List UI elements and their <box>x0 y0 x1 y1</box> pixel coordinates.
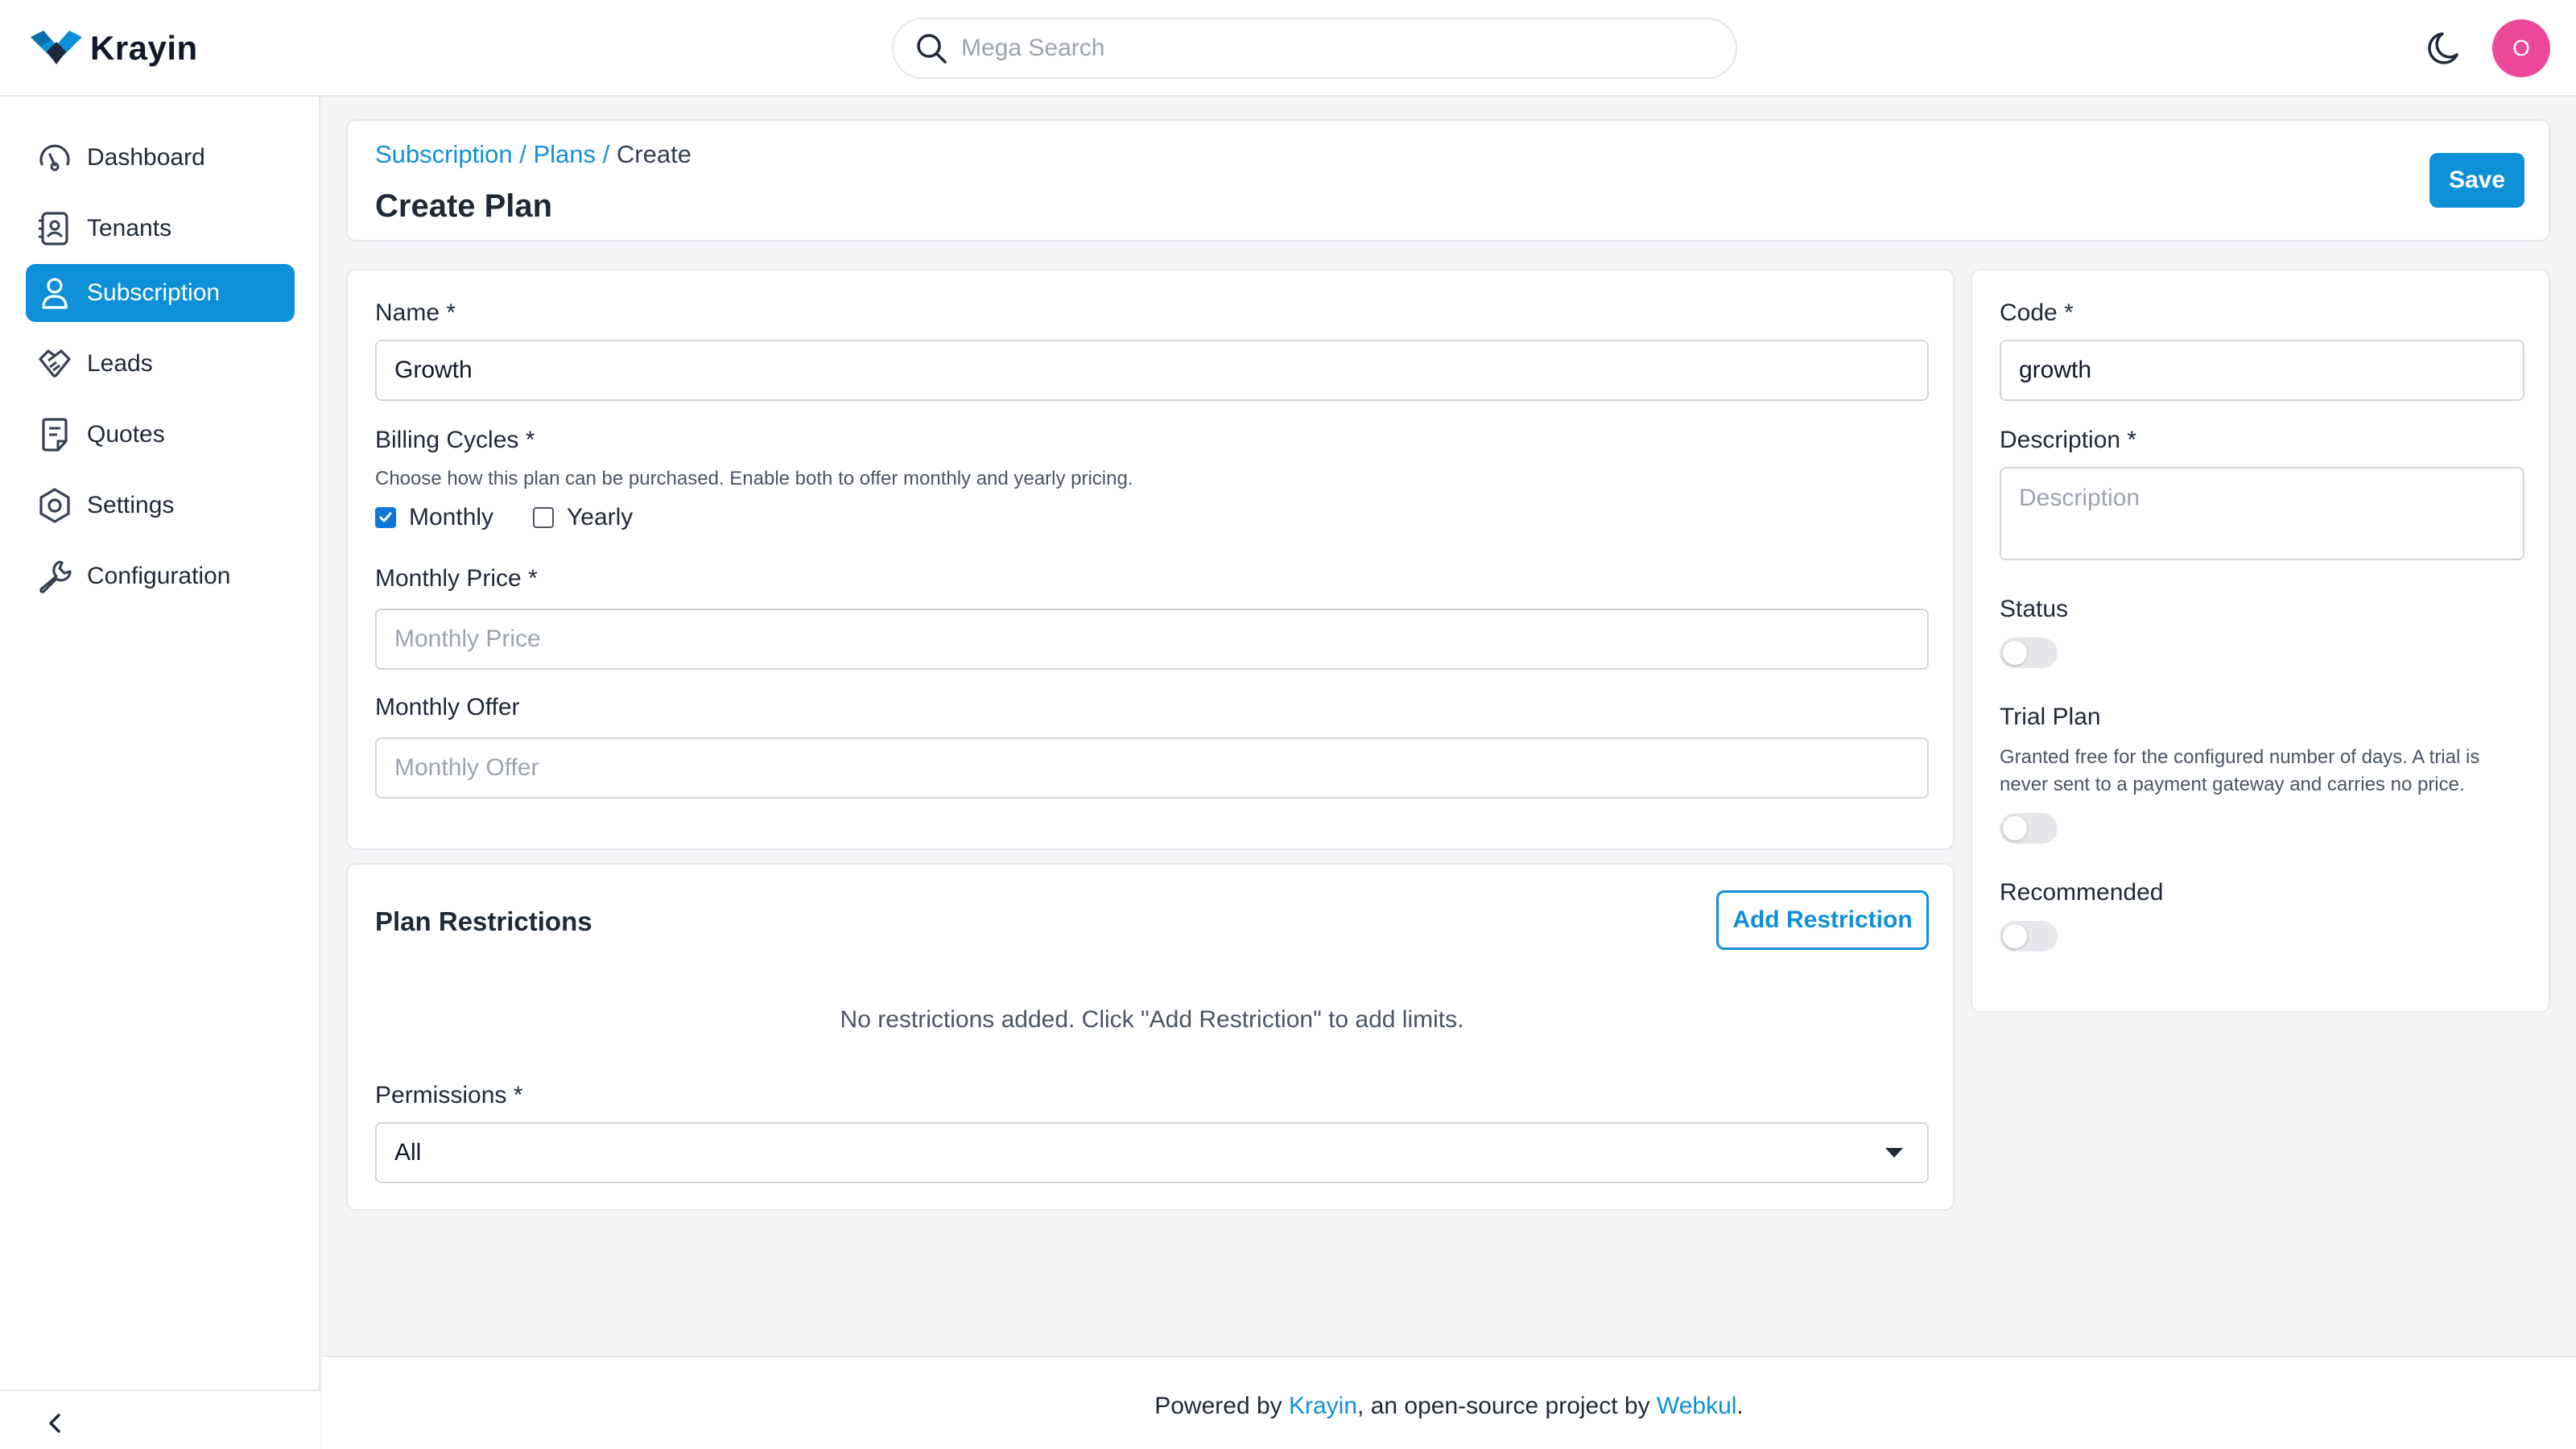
avatar-initial: O <box>2512 35 2530 60</box>
gear-icon <box>39 488 70 523</box>
plan-restrictions-card: Plan Restrictions Add Restriction No res… <box>346 863 1955 1211</box>
plan-settings-card: Code * Description * Status Trial Plan G… <box>1971 269 2550 1013</box>
user-icon <box>42 278 68 309</box>
dashboard-gauge-icon <box>39 144 70 171</box>
restrictions-empty-text: No restrictions added. Click "Add Restri… <box>840 1006 1464 1033</box>
wrench-icon <box>39 560 72 593</box>
billing-cycles-label: Billing Cycles * <box>375 427 535 453</box>
breadcrumb-plans[interactable]: Plans <box>533 140 596 168</box>
save-button[interactable]: Save <box>2429 153 2524 208</box>
sidebar-item-label: Settings <box>87 492 175 518</box>
monthly-checkbox-row[interactable]: Monthly <box>375 504 493 531</box>
breadcrumb-separator: / <box>602 140 610 168</box>
billing-cycles-help: Choose how this plan can be purchased. E… <box>375 468 1133 489</box>
code-input[interactable] <box>2000 340 2524 401</box>
mega-search[interactable] <box>892 18 1737 79</box>
search-input[interactable] <box>961 35 1686 62</box>
monthly-price-label: Monthly Price * <box>375 565 538 592</box>
sidebar: Dashboard Tenants Subscription Leads Quo… <box>0 97 320 1449</box>
caret-down-icon <box>1885 1148 1903 1158</box>
status-label: Status <box>2000 596 2069 622</box>
page-title: Create Plan <box>375 188 553 224</box>
sidebar-item-settings[interactable]: Settings <box>26 477 295 535</box>
sidebar-item-leads[interactable]: Leads <box>26 335 295 393</box>
footer-middle: , an open-source project by <box>1357 1393 1657 1419</box>
add-restriction-button[interactable]: Add Restriction <box>1716 890 1929 950</box>
status-toggle[interactable] <box>2000 638 2058 668</box>
plan-details-card: Name * Billing Cycles * Choose how this … <box>346 269 1955 850</box>
sidebar-item-label: Tenants <box>87 215 172 242</box>
trial-plan-toggle[interactable] <box>2000 813 2058 844</box>
footer-krayin-link[interactable]: Krayin <box>1289 1393 1357 1419</box>
footer-webkul-link[interactable]: Webkul <box>1657 1393 1737 1419</box>
recommended-toggle[interactable] <box>2000 921 2058 952</box>
monthly-checkbox[interactable] <box>375 507 396 528</box>
sidebar-item-label: Dashboard <box>87 144 205 171</box>
user-avatar[interactable]: O <box>2492 19 2550 77</box>
permissions-label: Permissions * <box>375 1082 523 1108</box>
sidebar-item-quotes[interactable]: Quotes <box>26 406 295 464</box>
contact-card-icon <box>39 212 68 246</box>
breadcrumb-current: Create <box>616 140 691 168</box>
sidebar-item-label: Configuration <box>87 563 231 589</box>
page-header-card: Subscription / Plans / Create Create Pla… <box>346 119 2550 242</box>
trial-plan-label: Trial Plan <box>2000 704 2101 730</box>
toggle-knob <box>2003 641 2027 665</box>
breadcrumb-subscription[interactable]: Subscription <box>375 140 513 168</box>
moon-icon[interactable] <box>2425 27 2468 71</box>
toggle-knob <box>2003 924 2027 948</box>
footer-text: Powered by Krayin, an open-source projec… <box>322 1393 2576 1420</box>
sidebar-footer <box>0 1389 320 1449</box>
description-label: Description * <box>2000 427 2137 453</box>
sidebar-item-dashboard[interactable]: Dashboard <box>26 129 295 187</box>
permissions-selected-value: All <box>394 1139 422 1166</box>
permissions-select[interactable]: All <box>375 1122 1929 1183</box>
monthly-price-input[interactable] <box>375 609 1929 670</box>
footer-prefix: Powered by <box>1154 1393 1289 1419</box>
plan-restrictions-title: Plan Restrictions <box>375 906 592 936</box>
yearly-label: Yearly <box>567 504 634 530</box>
name-input[interactable] <box>375 340 1929 401</box>
top-header: Krayin O <box>0 0 2576 97</box>
sidebar-item-label: Subscription <box>87 279 221 306</box>
trial-plan-help: Granted free for the configured number o… <box>2000 746 2480 795</box>
brand-logo[interactable]: Krayin <box>29 27 198 69</box>
footer-suffix: . <box>1736 1393 1744 1419</box>
checkmark-icon <box>379 512 392 522</box>
breadcrumb-separator: / <box>519 140 526 168</box>
code-label: Code * <box>2000 299 2074 326</box>
name-label: Name * <box>375 299 456 326</box>
breadcrumb: Subscription / Plans / Create <box>375 140 691 169</box>
page-footer: Powered by Krayin, an open-source projec… <box>322 1356 2576 1449</box>
yearly-checkbox[interactable] <box>533 507 554 528</box>
sidebar-item-subscription[interactable]: Subscription <box>26 264 295 322</box>
krayin-logo-icon <box>31 31 82 64</box>
recommended-label: Recommended <box>2000 879 2164 906</box>
monthly-offer-label: Monthly Offer <box>375 694 520 720</box>
handshake-icon <box>39 349 71 378</box>
brand-name: Krayin <box>90 29 198 67</box>
sidebar-item-label: Quotes <box>87 421 165 448</box>
chevron-left-icon[interactable] <box>40 1409 69 1438</box>
search-icon <box>917 34 947 64</box>
sidebar-item-configuration[interactable]: Configuration <box>26 547 295 605</box>
sidebar-item-label: Leads <box>87 350 153 377</box>
document-icon <box>42 418 68 452</box>
monthly-label: Monthly <box>409 504 494 530</box>
toggle-knob <box>2003 816 2027 840</box>
description-textarea[interactable] <box>2000 467 2524 560</box>
monthly-offer-input[interactable] <box>375 737 1929 799</box>
yearly-checkbox-row[interactable]: Yearly <box>533 504 633 531</box>
sidebar-item-tenants[interactable]: Tenants <box>26 200 295 258</box>
